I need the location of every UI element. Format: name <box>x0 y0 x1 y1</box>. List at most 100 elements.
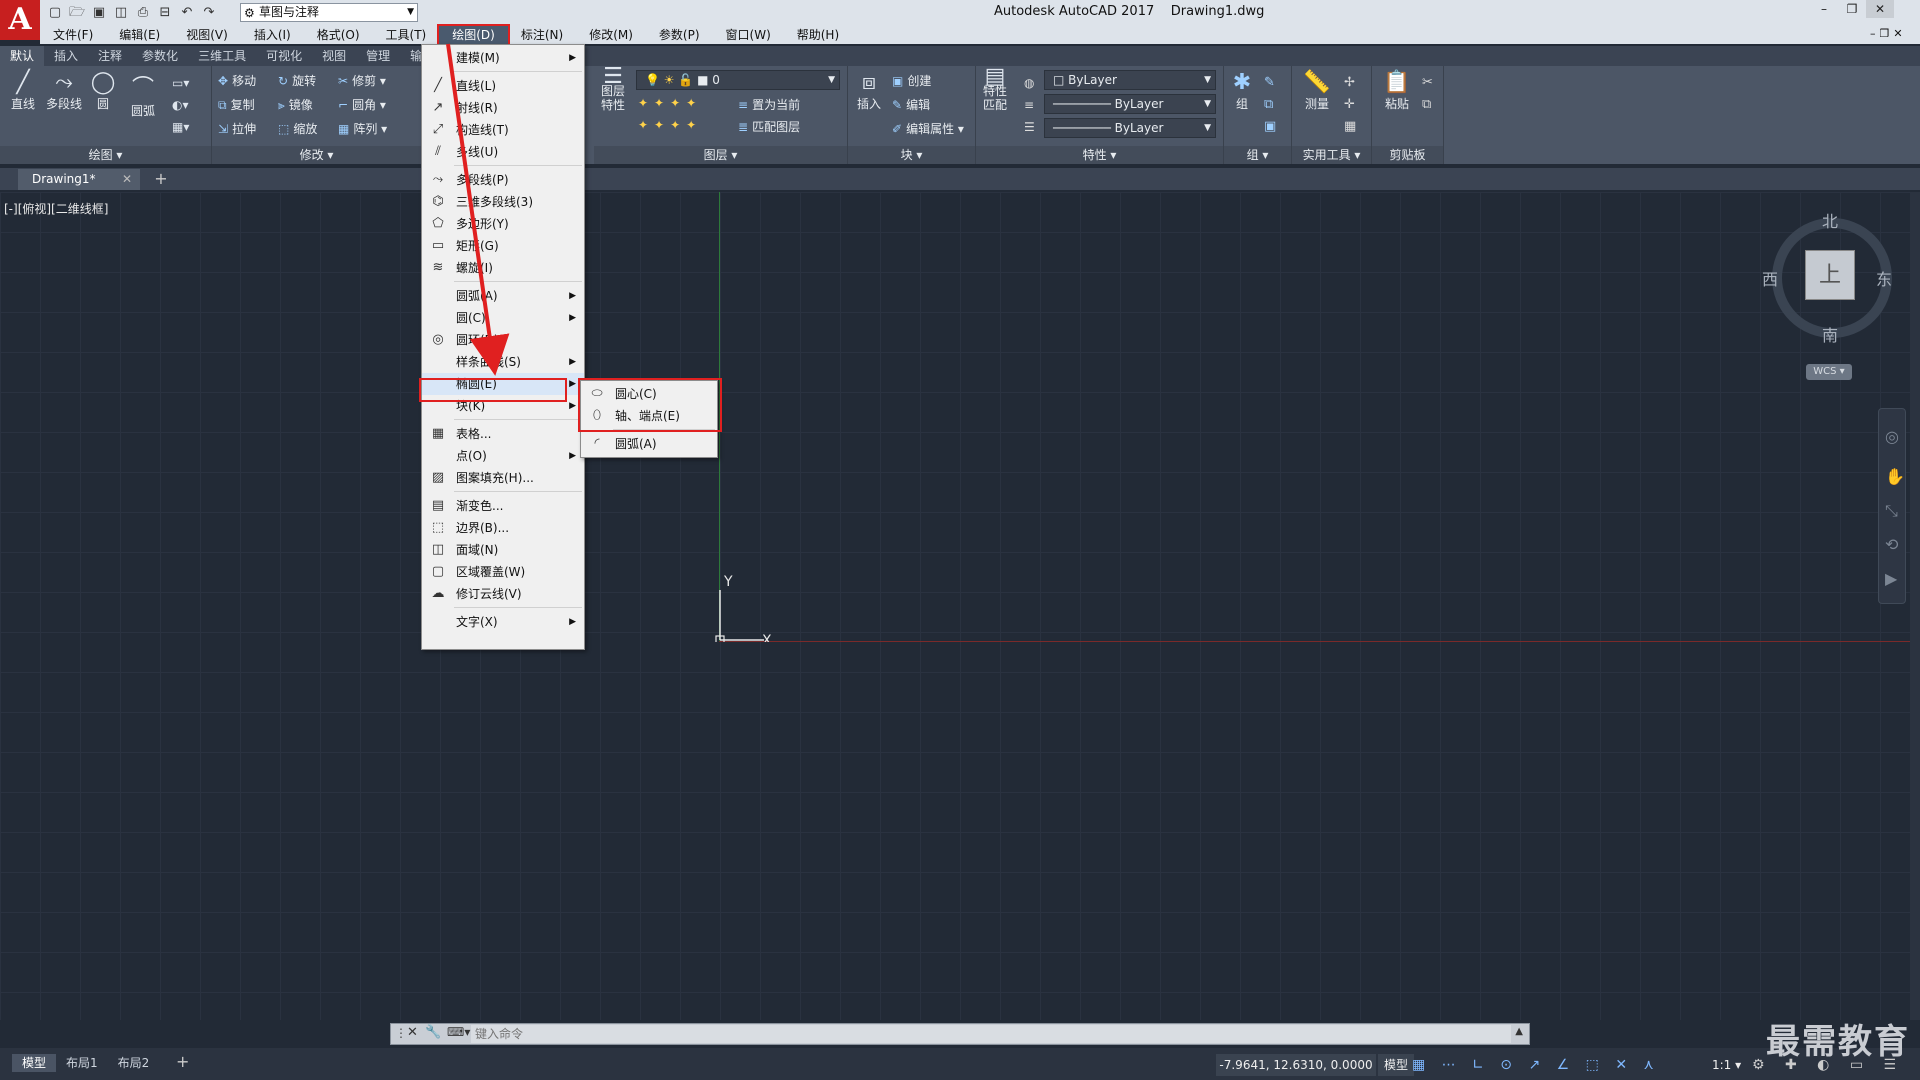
command-grip-icon[interactable]: ⋮ <box>395 1026 407 1040</box>
draw_menu-item-28[interactable]: ☁ 修订云线(V) <box>422 583 584 605</box>
workspace-dropdown[interactable]: ⚙ 草图与注释 ▼ <box>240 3 418 22</box>
open-folder-icon[interactable]: 🗁 <box>68 4 86 22</box>
draw_menu-item-30[interactable]: 文字(X) ▶ <box>422 611 584 633</box>
group-tool-icons[interactable]: ✎ ⧉ ▣ <box>1264 72 1276 138</box>
status-toggle-icons[interactable]: ▦ ⋯ ∟ ⊙ ↗ ∠ ⬚ ✕ ⋏ <box>1412 1054 1660 1076</box>
viewcube-top-face[interactable]: 上 <box>1805 250 1855 300</box>
menu-1[interactable]: 编辑(E) <box>106 26 173 44</box>
viewport-controls-label[interactable]: [-][俯视][二维线框] <box>4 200 108 217</box>
autocad-logo-button[interactable]: A <box>0 0 40 40</box>
menu-10[interactable]: 窗口(W) <box>713 26 784 44</box>
compass-south[interactable]: 南 <box>1822 322 1838 346</box>
draw_menu-item-10[interactable]: ▭ 矩形(G) <box>422 235 584 257</box>
mirror-button[interactable]: ⫸ 镜像 <box>278 96 313 113</box>
ribbon-tab-1[interactable]: 插入 <box>44 46 88 66</box>
menu-7[interactable]: 标注(N) <box>508 26 576 44</box>
wrench-icon[interactable]: 🔧 <box>425 1025 441 1040</box>
document-window-controls[interactable]: –❐✕ <box>1870 27 1907 40</box>
insert-block-button[interactable]: ⧈ 插入 <box>852 70 886 112</box>
layout-tab-2[interactable]: 布局2 <box>108 1054 160 1072</box>
close-icon[interactable]: ✕ <box>1866 0 1894 18</box>
stretch-button[interactable]: ⇲ 拉伸 <box>218 120 256 137</box>
draw_menu-item-9[interactable]: ⬠ 多边形(Y) <box>422 213 584 235</box>
arc-button[interactable]: ⌒ 圆弧 <box>126 70 160 119</box>
edit-attribute-button[interactable]: ✐ 编辑属性 ▾ <box>892 120 964 137</box>
line-button[interactable]: ╱ 直线 <box>6 70 40 112</box>
orbit-icon[interactable]: ⟲ <box>1885 535 1898 554</box>
undo-icon[interactable]: ↶ <box>178 4 196 22</box>
print-icon[interactable]: ⊟ <box>156 4 174 22</box>
menu-0[interactable]: 文件(F) <box>40 26 106 44</box>
ribbon-tab-3[interactable]: 参数化 <box>132 46 188 66</box>
draw_menu-item-5[interactable]: ⫽ 多线(U) <box>422 141 584 163</box>
menu-3[interactable]: 插入(I) <box>241 26 304 44</box>
fillet-button[interactable]: ⌐ 圆角 ▾ <box>338 96 386 113</box>
draw_menu-item-8[interactable]: ⌬ 三维多段线(3) <box>422 191 584 213</box>
showmotion-icon[interactable]: ▶ <box>1885 569 1897 588</box>
compass-north[interactable]: 北 <box>1822 208 1838 232</box>
wcs-dropdown[interactable]: WCS ▾ <box>1806 364 1852 380</box>
plot-icon[interactable]: ⎙ <box>134 4 152 22</box>
draw_menu-item-15[interactable]: ◎ 圆环(D) <box>422 329 584 351</box>
save-icon[interactable]: ▣ <box>90 4 108 22</box>
block-panel-label[interactable]: 块 ▾ <box>848 146 975 164</box>
paste-button[interactable]: 📋 粘贴 <box>1380 70 1414 112</box>
modify-panel-label[interactable]: 修改 ▾ <box>212 146 421 164</box>
layer-tool-icons-row2[interactable]: ✦✦✦✦ <box>638 118 702 132</box>
draw_menu-item-25[interactable]: ⬚ 边界(B)... <box>422 517 584 539</box>
compass-west[interactable]: 西 <box>1762 266 1778 290</box>
draw_menu-item-13[interactable]: 圆弧(A) ▶ <box>422 285 584 307</box>
add-layout-button[interactable]: + <box>176 1052 189 1071</box>
pan-hand-icon[interactable]: ✋ <box>1885 467 1905 486</box>
draw_menu-item-3[interactable]: ↗ 射线(R) <box>422 97 584 119</box>
linetype-dropdown[interactable]: ──────── ByLayer ▼ <box>1044 94 1216 114</box>
groups-panel-label[interactable]: 组 ▾ <box>1224 146 1291 164</box>
draw_menu-item-7[interactable]: ⤳ 多段线(P) <box>422 169 584 191</box>
polyline-button[interactable]: ⤳ 多段线 <box>44 70 84 112</box>
ribbon-tab-4[interactable]: 三维工具 <box>188 46 256 66</box>
rotate-button[interactable]: ↻ 旋转 <box>278 72 316 89</box>
match-properties-button[interactable]: ▤ 特性 匹配 <box>980 66 1010 113</box>
layers-panel-label[interactable]: 图层 ▾ <box>594 146 847 164</box>
make-current-button[interactable]: ≡ 置为当前 <box>738 96 800 113</box>
layer-tool-icons-row1[interactable]: ✦✦✦✦ <box>638 96 702 110</box>
draw_menu-item-21[interactable]: 点(O) ▶ <box>422 445 584 467</box>
draw_menu-item-2[interactable]: ╱ 直线(L) <box>422 75 584 97</box>
steering-wheel-icon[interactable]: ◎ <box>1885 427 1899 446</box>
draw_menu-item-26[interactable]: ◫ 面域(N) <box>422 539 584 561</box>
utilities-panel-label[interactable]: 实用工具 ▾ <box>1292 146 1371 164</box>
create-block-button[interactable]: ▣ 创建 <box>892 72 931 89</box>
color-dropdown[interactable]: □ ByLayer ▼ <box>1044 70 1216 90</box>
move-button[interactable]: ✥ 移动 <box>218 72 256 89</box>
compass-east[interactable]: 东 <box>1876 266 1892 290</box>
minimize-icon[interactable]: – <box>1810 0 1838 18</box>
layer-properties-button[interactable]: ☰ 图层 特性 <box>598 66 628 113</box>
ribbon-tab-7[interactable]: 管理 <box>356 46 400 66</box>
file-tab-drawing1[interactable]: Drawing1* ✕ <box>18 169 140 190</box>
new-tab-button[interactable]: + <box>150 168 172 190</box>
coordinate-readout[interactable]: -7.9641, 12.6310, 0.0000 <box>1216 1054 1376 1076</box>
restore-icon[interactable]: ❐ <box>1838 0 1866 18</box>
edit-block-button[interactable]: ✎ 编辑 <box>892 96 930 113</box>
draw_menu-item-20[interactable]: ▦ 表格... <box>422 423 584 445</box>
clipboard-tool-icons[interactable]: ✂ ⧉ <box>1422 72 1433 116</box>
circle-button[interactable]: ◯ 圆 <box>88 70 118 112</box>
draw_menu-item-14[interactable]: 圆(C) ▶ <box>422 307 584 329</box>
layer-dropdown[interactable]: 💡 ☀ 🔓 ■ 0 ▼ <box>636 70 840 90</box>
array-button[interactable]: ▦ 阵列 ▾ <box>338 120 387 137</box>
draw_menu-item-4[interactable]: ⤢ 构造线(T) <box>422 119 584 141</box>
menu-5[interactable]: 工具(T) <box>373 26 440 44</box>
menu-8[interactable]: 修改(M) <box>576 26 646 44</box>
new-file-icon[interactable]: ▢ <box>46 4 64 22</box>
measure-button[interactable]: 📏 测量 <box>1300 70 1334 112</box>
layout-tab-1[interactable]: 布局1 <box>56 1054 108 1072</box>
match-layer-button[interactable]: ≣ 匹配图层 <box>738 118 800 135</box>
menu-4[interactable]: 格式(O) <box>304 26 373 44</box>
command-prompt-icon[interactable]: ⌨▾ <box>447 1025 470 1039</box>
annotation-scale[interactable]: 1:1 ▾ <box>1712 1054 1741 1076</box>
lineweight-dropdown[interactable]: ──────── ByLayer ▼ <box>1044 118 1216 138</box>
close-tab-icon[interactable]: ✕ <box>122 169 132 190</box>
chevron-up-icon[interactable]: ▲ <box>1515 1026 1523 1037</box>
menu-11[interactable]: 帮助(H) <box>784 26 852 44</box>
draw_menu-item-24[interactable]: ▤ 渐变色... <box>422 495 584 517</box>
